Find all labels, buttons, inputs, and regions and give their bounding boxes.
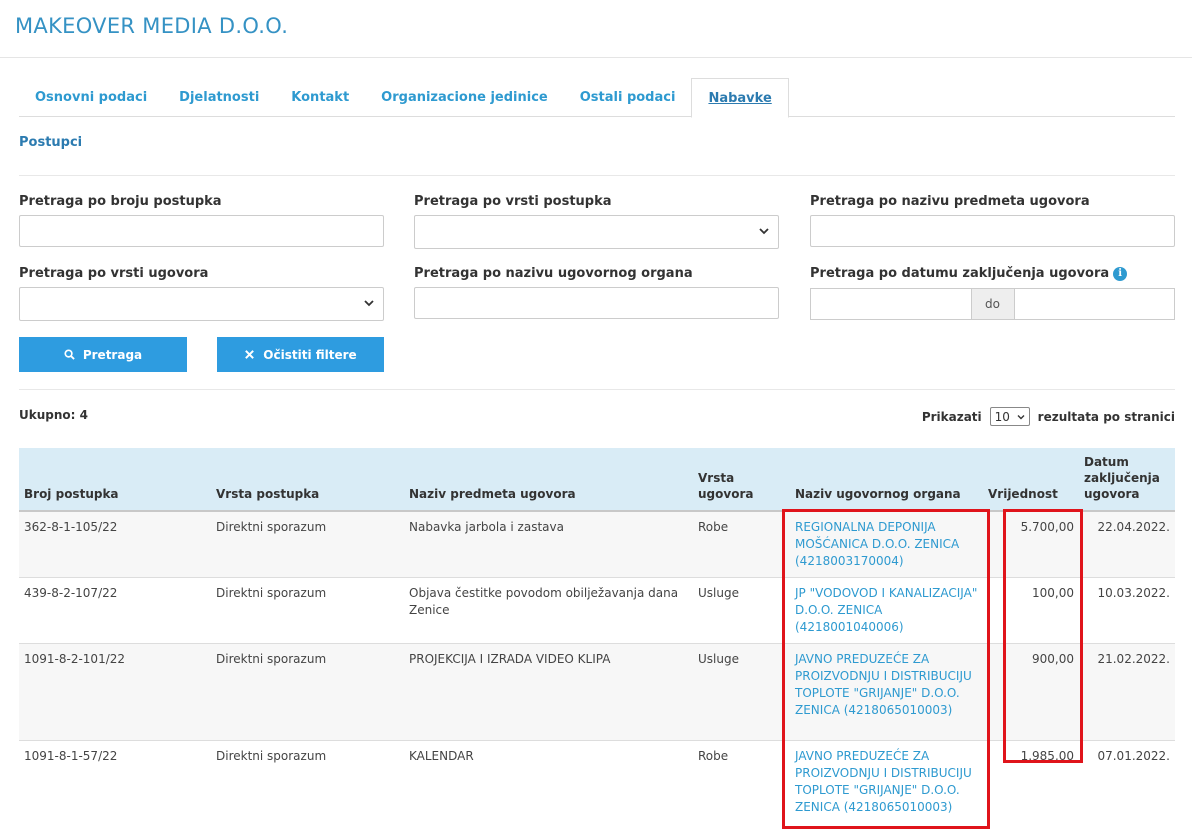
vrsta-postupka-select[interactable] bbox=[414, 215, 779, 249]
cell-organ-link[interactable]: JAVNO PREDUZEĆE ZA PROIZVODNJU I DISTRIB… bbox=[790, 740, 983, 836]
search-button[interactable]: Pretraga bbox=[19, 337, 187, 372]
per-page-select[interactable]: 10 bbox=[989, 407, 1030, 426]
date-from-input[interactable] bbox=[810, 288, 972, 320]
cell-vrsta-ugovora: Usluge bbox=[693, 577, 790, 644]
search-button-label: Pretraga bbox=[82, 347, 143, 362]
cell-predmet: KALENDAR bbox=[404, 740, 693, 836]
datum-label: Pretraga po datumu zaključenja ugovora i bbox=[810, 266, 1128, 281]
cell-predmet: PROJEKCIJA I IZRADA VIDEO KLIPA bbox=[404, 643, 693, 741]
header-broj[interactable]: Broj postupka bbox=[19, 448, 211, 512]
vrsta-ugovora-label: Pretraga po vrsti ugovora bbox=[19, 266, 209, 281]
per-page-value: 10 bbox=[994, 409, 1010, 424]
cell-datum: 07.01.2022. bbox=[1079, 740, 1175, 836]
cell-broj: 1091-8-2-101/22 bbox=[19, 643, 211, 741]
tab-osnovni-podaci[interactable]: Osnovni podaci bbox=[19, 78, 163, 117]
cell-datum: 22.04.2022. bbox=[1079, 511, 1175, 578]
tab-djelatnosti[interactable]: Djelatnosti bbox=[163, 78, 275, 117]
cell-vrsta-ugovora: Robe bbox=[693, 740, 790, 836]
cell-vrijednost: 1.985,00 bbox=[983, 740, 1079, 836]
chevron-down-icon bbox=[759, 228, 769, 235]
cell-vrsta-postupka: Direktni sporazum bbox=[211, 740, 404, 836]
search-icon bbox=[64, 349, 75, 360]
date-to-input[interactable] bbox=[1013, 288, 1175, 320]
cell-datum: 21.02.2022. bbox=[1079, 643, 1175, 741]
table-row: 362-8-1-105/22 Direktni sporazum Nabavka… bbox=[19, 511, 1175, 578]
header-predmet[interactable]: Naziv predmeta ugovora bbox=[404, 448, 693, 512]
naziv-predmeta-label: Pretraga po nazivu predmeta ugovora bbox=[810, 194, 1090, 209]
header-datum[interactable]: Datum zaključenja ugovora bbox=[1079, 448, 1175, 512]
table-header-row: Broj postupka Vrsta postupka Naziv predm… bbox=[19, 448, 1175, 512]
cell-vrsta-postupka: Direktni sporazum bbox=[211, 511, 404, 578]
cell-vrsta-postupka: Direktni sporazum bbox=[211, 577, 404, 644]
tab-ostali-podaci[interactable]: Ostali podaci bbox=[564, 78, 692, 117]
tab-kontakt[interactable]: Kontakt bbox=[275, 78, 365, 117]
table-row: 439-8-2-107/22 Direktni sporazum Objava … bbox=[19, 577, 1175, 644]
section-divider bbox=[19, 175, 1175, 176]
cell-vrijednost: 900,00 bbox=[983, 643, 1079, 741]
datum-label-text: Pretraga po datumu zaključenja ugovora bbox=[810, 266, 1110, 281]
table-row: 1091-8-1-57/22 Direktni sporazum KALENDA… bbox=[19, 740, 1175, 836]
table-row: 1091-8-2-101/22 Direktni sporazum PROJEK… bbox=[19, 643, 1175, 741]
cell-predmet: Objava čestitke povodom obilježavanja da… bbox=[404, 577, 693, 644]
cell-broj: 439-8-2-107/22 bbox=[19, 577, 211, 644]
chevron-down-icon bbox=[364, 300, 374, 307]
tab-bar: Osnovni podaci Djelatnosti Kontakt Organ… bbox=[19, 78, 1175, 118]
total-count: Ukupno: 4 bbox=[19, 408, 88, 422]
cell-organ-link[interactable]: REGIONALNA DEPONIJA MOŠĆANICA D.O.O. ZEN… bbox=[790, 511, 983, 578]
header-divider bbox=[0, 57, 1192, 58]
header-vrijednost[interactable]: Vrijednost bbox=[983, 448, 1079, 512]
results-table: Broj postupka Vrsta postupka Naziv predm… bbox=[19, 448, 1175, 836]
cell-vrijednost: 100,00 bbox=[983, 577, 1079, 644]
section-heading: Postupci bbox=[19, 135, 83, 150]
cell-vrsta-ugovora: Robe bbox=[693, 511, 790, 578]
date-range: do bbox=[810, 288, 1175, 320]
cell-organ-link[interactable]: JAVNO PREDUZEĆE ZA PROIZVODNJU I DISTRIB… bbox=[790, 643, 983, 741]
cell-vrijednost: 5.700,00 bbox=[983, 511, 1079, 578]
chevron-down-icon bbox=[1017, 415, 1025, 420]
naziv-predmeta-input[interactable] bbox=[810, 215, 1175, 247]
cell-vrsta-ugovora: Usluge bbox=[693, 643, 790, 741]
vrsta-ugovora-select[interactable] bbox=[19, 287, 384, 321]
cell-organ-link[interactable]: JP "VODOVOD I KANALIZACIJA" D.O.O. ZENIC… bbox=[790, 577, 983, 644]
header-vrsta-ugovora[interactable]: Vrsta ugovora bbox=[693, 448, 790, 512]
header-organ[interactable]: Naziv ugovornog organa bbox=[790, 448, 983, 512]
naziv-organa-label: Pretraga po nazivu ugovornog organa bbox=[414, 266, 693, 281]
cell-predmet: Nabavka jarbola i zastava bbox=[404, 511, 693, 578]
filters-divider bbox=[19, 389, 1175, 390]
cell-datum: 10.03.2022. bbox=[1079, 577, 1175, 644]
cell-broj: 362-8-1-105/22 bbox=[19, 511, 211, 578]
vrsta-postupka-label: Pretraga po vrsti postupka bbox=[414, 194, 612, 209]
per-page-label: Prikazati bbox=[921, 409, 982, 424]
date-separator: do bbox=[971, 288, 1014, 320]
info-icon[interactable]: i bbox=[1113, 267, 1128, 281]
naziv-organa-input[interactable] bbox=[414, 287, 779, 319]
broj-postupka-input[interactable] bbox=[19, 215, 384, 247]
cell-broj: 1091-8-1-57/22 bbox=[19, 740, 211, 836]
close-icon bbox=[245, 350, 255, 359]
per-page-control: Prikazati 10 rezultata po stranici bbox=[922, 407, 1175, 426]
tab-nabavke[interactable]: Nabavke bbox=[691, 78, 789, 118]
tab-organizacione-jedinice[interactable]: Organizacione jedinice bbox=[365, 78, 564, 117]
clear-filters-button[interactable]: Očistiti filtere bbox=[217, 337, 384, 372]
company-title: MAKEOVER MEDIA D.O.O. bbox=[15, 14, 289, 38]
clear-filters-label: Očistiti filtere bbox=[263, 347, 357, 362]
broj-postupka-label: Pretraga po broju postupka bbox=[19, 194, 222, 209]
cell-vrsta-postupka: Direktni sporazum bbox=[211, 643, 404, 741]
header-vrsta-postupka[interactable]: Vrsta postupka bbox=[211, 448, 404, 512]
per-page-suffix: rezultata po stranici bbox=[1037, 409, 1175, 424]
